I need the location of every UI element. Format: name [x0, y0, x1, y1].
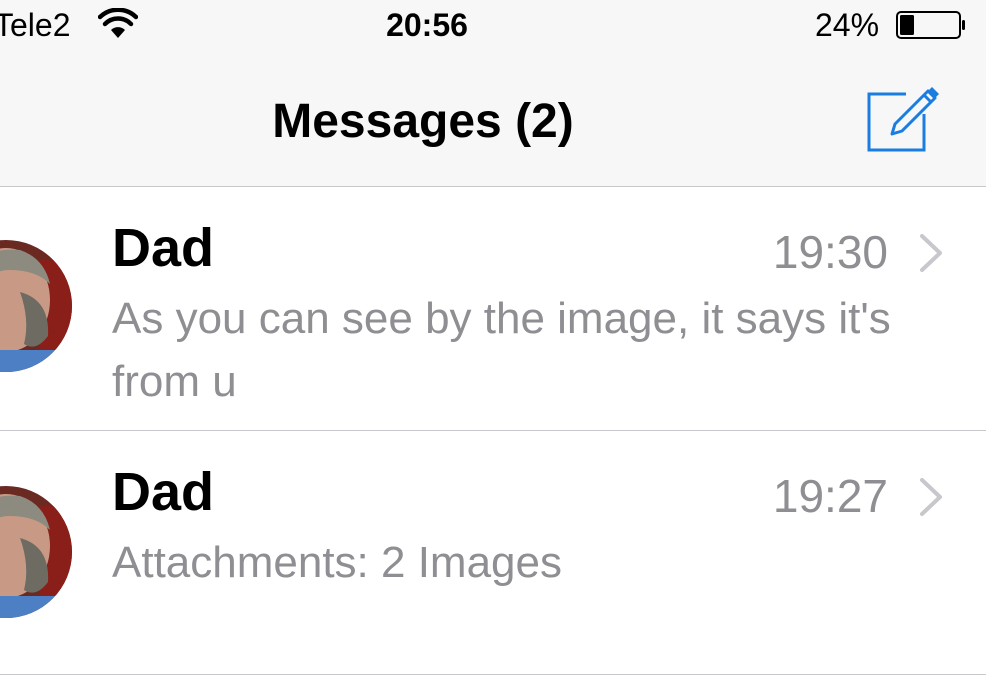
- conversation-row[interactable]: Dad 19:30 As you can see by the image, i…: [0, 187, 986, 431]
- messages-screen: Tele2 20:56 24% Messages (2) Dad 19:30 A…: [0, 0, 986, 678]
- message-preview: Attachments: 2 Images: [112, 538, 562, 587]
- message-preview: As you can see by the image, it says it'…: [112, 294, 891, 406]
- conversation-row[interactable]: Dad 19:27 Attachments: 2 Images: [0, 431, 986, 675]
- avatar: [0, 240, 72, 372]
- message-time: 19:27: [772, 470, 888, 522]
- sender-name: Dad: [112, 462, 215, 522]
- chevron-right-icon: [920, 234, 942, 272]
- message-time: 19:30: [772, 226, 888, 278]
- battery-icon: [896, 11, 965, 39]
- top-bar: Tele2 20:56 24% Messages (2): [0, 0, 986, 187]
- battery-percent: 24%: [815, 7, 880, 43]
- chevron-right-icon: [920, 478, 942, 516]
- compose-icon[interactable]: [866, 82, 942, 154]
- status-bar: Tele2 20:56 24%: [0, 0, 986, 52]
- page-title: Messages (2): [272, 95, 574, 148]
- sender-name: Dad: [112, 218, 215, 278]
- avatar: [0, 486, 72, 618]
